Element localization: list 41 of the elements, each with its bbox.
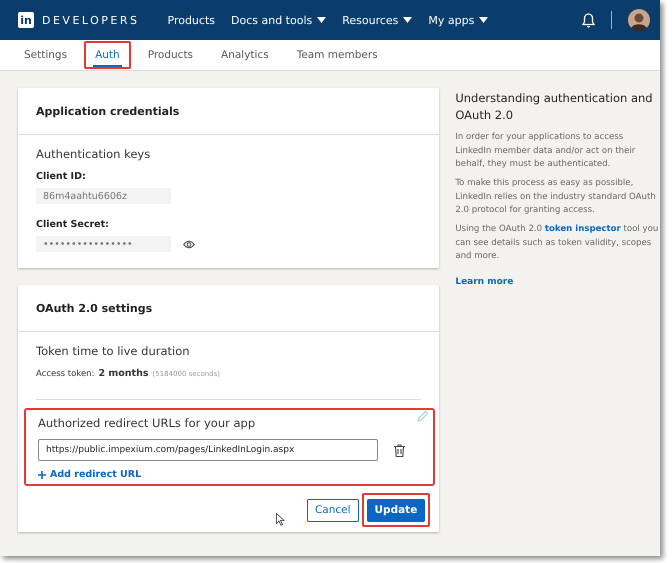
nav-menu-item[interactable]: Resources xyxy=(342,14,412,26)
caret-icon xyxy=(317,17,326,23)
redirect-url-field[interactable]: https://public.impexium.com/pages/LinkedInLogin.aspx xyxy=(38,439,378,461)
eye-icon[interactable] xyxy=(183,240,195,248)
client-id-field[interactable]: 86m4aahtu6606z xyxy=(36,188,171,204)
logo-mark[interactable]: in xyxy=(18,12,34,28)
section-title: Authentication keys xyxy=(36,147,152,161)
sidebar-paragraph: Using the OAuth 2.0 token inspector tool you can see details such as token validity, scopes and more. xyxy=(455,223,660,263)
nav-menu-item[interactable]: Docs and tools xyxy=(231,14,326,26)
tab[interactable]: Analytics xyxy=(209,40,281,70)
nav-menu-item[interactable]: Products xyxy=(168,14,215,26)
avatar[interactable] xyxy=(628,9,650,31)
field-label: Client ID: xyxy=(36,171,87,182)
token-duration: 2 months xyxy=(98,368,149,379)
learn-more-link[interactable]: Learn more xyxy=(455,277,514,288)
sidebar-paragraph: To make this process as easy as possible, LinkedIn relies on the industry standard OAuth 2.0 protocol for granting access. xyxy=(455,177,657,217)
caret-icon xyxy=(479,17,488,23)
sidebar-paragraph: In order for your applications to access LinkedIn member data and/or act on their behalf, they must be authenticated. xyxy=(455,131,636,171)
tab[interactable]: Settings xyxy=(12,40,80,70)
caret-icon xyxy=(403,17,412,23)
card-title: Application credentials xyxy=(18,88,440,135)
cancel-button[interactable]: Cancel xyxy=(306,498,359,522)
token-inspector-link[interactable]: token inspector xyxy=(544,224,621,234)
trash-icon[interactable] xyxy=(394,444,405,456)
tab[interactable]: Auth xyxy=(83,40,132,70)
bell-icon[interactable] xyxy=(582,12,595,28)
card-title: OAuth 2.0 settings xyxy=(18,285,440,332)
brand-name[interactable]: DEVELOPERS xyxy=(42,14,140,26)
field-label: Access token: xyxy=(36,369,94,379)
sidebar-title: Understanding authentication and OAuth 2.0 xyxy=(455,90,654,124)
tab[interactable]: Products xyxy=(136,40,206,70)
tab[interactable]: Team members xyxy=(284,40,390,70)
client-secret-field[interactable]: •••••••••••••••• xyxy=(36,236,171,252)
section-title: Authorized redirect URLs for your app xyxy=(38,416,256,430)
add-redirect-link[interactable]: Add redirect URL xyxy=(38,469,422,480)
section-title: Token time to live duration xyxy=(36,344,191,358)
cursor-icon xyxy=(276,513,285,526)
nav-menu-item[interactable]: My apps xyxy=(428,14,488,26)
update-button[interactable]: Update xyxy=(366,498,426,522)
field-label: Client Secret: xyxy=(36,219,110,230)
plus-icon xyxy=(38,470,46,478)
